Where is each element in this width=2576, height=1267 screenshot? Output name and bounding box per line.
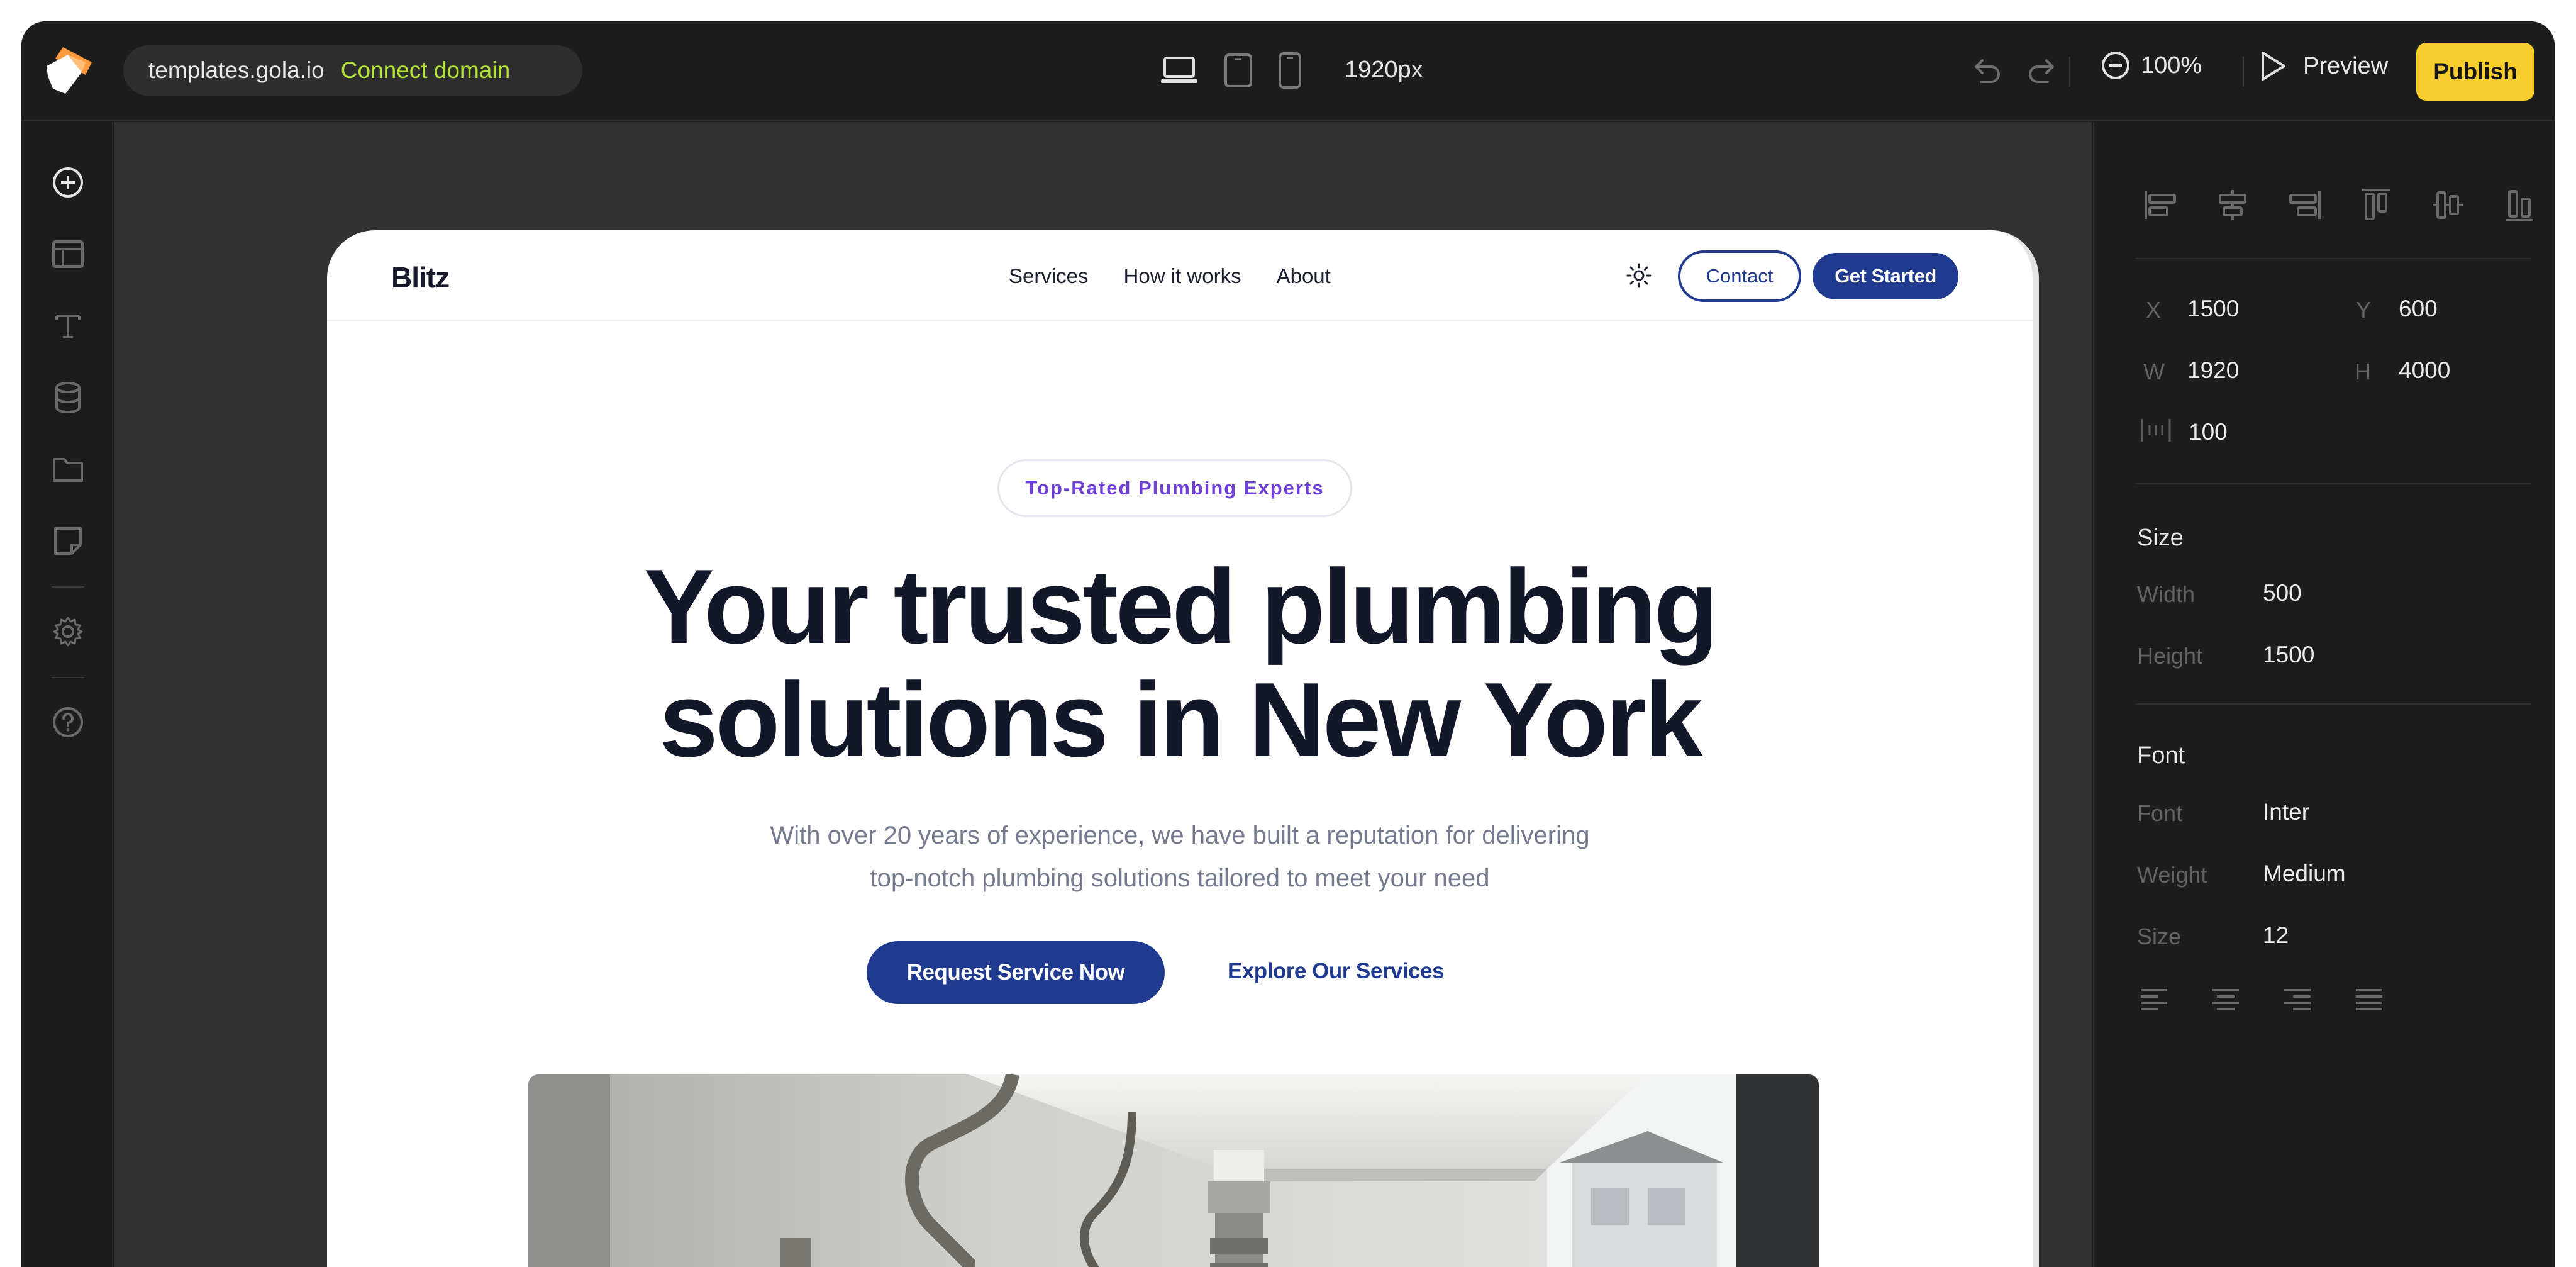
hero-headline[interactable]: Your trusted plumbing solutions in New Y… [327, 550, 2033, 776]
nav-link-about[interactable]: About [1277, 264, 1331, 288]
plus-circle-icon[interactable] [50, 165, 86, 200]
device-switcher [1160, 50, 1327, 91]
toolbar-divider [52, 677, 84, 678]
subtext-line-1: With over 20 years of experience, we hav… [770, 822, 1590, 849]
nav-link-how-it-works[interactable]: How it works [1124, 264, 1241, 288]
height-field[interactable]: 1500 [2263, 642, 2314, 668]
domain-pill: templates.gola.io Connect domain [123, 45, 582, 96]
text-align-right-icon[interactable] [2283, 986, 2312, 1012]
preview-label: Preview [2303, 52, 2389, 79]
history-controls [1967, 52, 2080, 89]
site-navbar: Blitz Services How it works About Contac… [327, 230, 2033, 321]
zoom-control[interactable]: 100% [2101, 50, 2202, 81]
sun-icon[interactable] [1625, 262, 1653, 289]
layout-icon[interactable] [50, 237, 86, 272]
align-left-icon[interactable] [2142, 186, 2180, 224]
width-field[interactable]: 500 [2263, 580, 2302, 606]
h-label: H [2355, 359, 2371, 384]
x-label: X [2146, 297, 2162, 323]
site-preview-frame[interactable]: Blitz Services How it works About Contac… [327, 230, 2039, 1267]
note-icon[interactable] [50, 523, 86, 559]
publish-button[interactable]: Publish [2416, 43, 2534, 101]
help-icon[interactable] [50, 705, 86, 740]
get-started-button[interactable]: Get Started [1813, 253, 1958, 299]
divider [2069, 57, 2070, 87]
zoom-value: 100% [2141, 52, 2202, 79]
w-label: W [2143, 359, 2165, 384]
text-align-left-icon[interactable] [2140, 986, 2168, 1012]
preview-button[interactable]: Preview [2259, 50, 2388, 82]
domain-text: templates.gola.io [148, 57, 325, 83]
properties-panel: X 1500 Y 600 W 1920 H 4000 100 Size Widt… [2093, 122, 2555, 1267]
align-bottom-icon[interactable] [2501, 186, 2538, 224]
text-align-controls [2140, 986, 2426, 1012]
tablet-icon[interactable] [1224, 53, 1253, 88]
weight-label: Weight [2137, 862, 2207, 888]
plumbing-photo [528, 1074, 1819, 1267]
redo-icon[interactable] [2024, 52, 2062, 89]
toolbar-divider [52, 586, 84, 588]
text-icon[interactable] [50, 308, 86, 343]
site-brand[interactable]: Blitz [391, 260, 450, 294]
laptop-icon[interactable] [1160, 55, 1199, 86]
size-label: Size [2137, 924, 2182, 949]
zoom-out-icon[interactable] [2101, 50, 2131, 81]
align-right-icon[interactable] [2285, 186, 2323, 224]
panel-divider [2136, 703, 2531, 705]
play-icon [2262, 52, 2285, 81]
divider [2243, 57, 2244, 87]
width-label: Width [2137, 581, 2196, 607]
phone-icon[interactable] [1278, 52, 1302, 89]
y-field[interactable]: 600 [2399, 296, 2438, 322]
site-nav-links: Services How it works About [1009, 264, 1366, 288]
gear-icon[interactable] [50, 614, 86, 649]
x-field[interactable]: 1500 [2187, 296, 2239, 322]
font-weight-field[interactable]: Medium [2263, 861, 2346, 887]
h-field[interactable]: 4000 [2399, 357, 2450, 384]
app-logo[interactable] [44, 45, 93, 95]
headline-line-1: Your trusted plumbing [643, 547, 1719, 666]
folder-icon[interactable] [50, 452, 86, 487]
request-service-button[interactable]: Request Service Now [867, 941, 1165, 1004]
left-toolbar [21, 122, 113, 1267]
hero-image[interactable] [528, 1074, 1819, 1267]
canvas-width-label[interactable]: 1920px [1345, 57, 1423, 84]
size-section-title: Size [2137, 525, 2184, 551]
database-icon[interactable] [50, 380, 86, 415]
alignment-controls [2142, 186, 2555, 224]
top-bar: templates.gola.io Connect domain 1920px [21, 21, 2555, 121]
height-label: Height [2137, 643, 2203, 669]
align-top-icon[interactable] [2357, 186, 2395, 224]
design-canvas[interactable]: Blitz Services How it works About Contac… [114, 122, 2092, 1267]
undo-icon[interactable] [1967, 52, 2005, 89]
panel-divider [2136, 483, 2531, 484]
w-field[interactable]: 1920 [2187, 357, 2239, 384]
text-align-justify-icon[interactable] [2355, 986, 2384, 1012]
align-center-vertical-icon[interactable] [2429, 186, 2467, 224]
align-center-horizontal-icon[interactable] [2214, 186, 2251, 224]
font-section-title: Font [2137, 742, 2185, 769]
hero-subtext[interactable]: With over 20 years of experience, we hav… [327, 814, 2033, 900]
font-label: Font [2137, 800, 2183, 826]
editor-window: templates.gola.io Connect domain 1920px [21, 21, 2555, 1267]
headline-line-2: solutions in New York [659, 661, 1702, 779]
font-size-field[interactable]: 12 [2263, 922, 2289, 949]
y-label: Y [2356, 297, 2372, 323]
hero-badge: Top-Rated Plumbing Experts [997, 459, 1352, 517]
nav-link-services[interactable]: Services [1009, 264, 1089, 288]
panel-divider [2136, 258, 2531, 259]
spacing-icon [2141, 419, 2171, 442]
contact-button[interactable]: Contact [1678, 250, 1801, 302]
font-family-field[interactable]: Inter [2263, 799, 2309, 825]
text-align-center-icon[interactable] [2211, 986, 2240, 1012]
subtext-line-2: top-notch plumbing solutions tailored to… [870, 864, 1490, 892]
connect-domain-link[interactable]: Connect domain [341, 57, 510, 84]
explore-services-link[interactable]: Explore Our Services [1228, 959, 1445, 984]
spacing-field[interactable]: 100 [2189, 419, 2228, 445]
